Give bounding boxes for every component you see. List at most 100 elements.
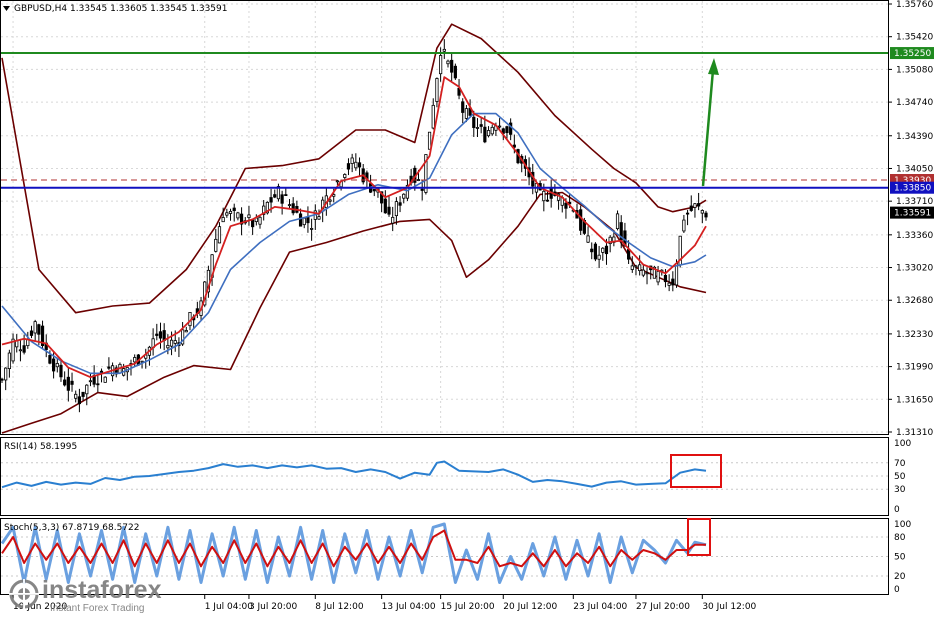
price-tick-label: 1.35080 [896,65,933,75]
candle-body [630,265,634,270]
candle-body [450,59,454,73]
rsi-label: RSI(14) 58.1995 [4,442,77,452]
price-tick-label: 1.34050 [896,164,933,174]
candle-body [685,212,690,215]
candle-body [461,101,465,113]
candle-body [96,383,100,386]
candle-body [590,248,594,253]
candle-body [416,179,421,181]
price-tick-label: 1.31650 [896,395,933,405]
candle-body [88,380,93,383]
candle-body [656,270,660,283]
rsi-tick-label: 50 [894,472,906,482]
candle-body [155,333,159,336]
candle-body [486,130,491,137]
chart-header: GBPUSD,H4 1.33545 1.33605 1.33545 1.3359… [3,4,227,14]
candle-body [579,209,583,231]
rsi-tick-label: 100 [894,439,911,449]
rsi-tick-label: 0 [894,505,900,515]
candle-body [593,243,598,260]
candle-body [158,331,163,339]
candle-body [48,355,52,364]
candle-body [55,363,59,368]
candle-body [103,376,107,383]
candle-body [7,352,11,370]
candle-body [18,349,23,352]
time-tick-label: 15 Jul 20:00 [441,602,495,612]
candle-body [497,125,502,128]
candle-body [354,161,358,169]
candle-body [634,265,638,268]
candle-body [4,367,8,381]
candle-body [37,324,41,335]
price-tick-label: 1.34390 [896,132,933,142]
candle-body [446,60,450,65]
candle-body [435,78,439,102]
resistance-badge-label: 1.35250 [894,49,931,59]
candle-body [236,212,240,219]
candle-body [505,126,509,134]
candle-body [251,219,255,228]
candle-body [228,210,233,214]
candle-body [81,391,85,397]
candle-body [74,393,78,399]
candle-body [663,274,668,283]
candle-body [33,321,37,334]
candle-body [107,366,111,369]
candle-body [442,48,446,52]
time-tick-label: 30 Jul 12:00 [702,602,756,612]
candle-body [597,254,601,260]
candle-body [173,340,177,344]
rsi-tick-label: 70 [894,459,906,469]
candle-body [169,339,174,347]
candle-body [52,358,56,372]
candle-body [284,194,288,197]
candle-body [77,396,82,405]
candle-body [638,264,642,272]
candle-body [346,163,351,170]
candle-body [22,345,26,353]
candle-body [604,245,609,255]
candle-body [704,212,708,218]
watermark-tagline: Instant Forex Trading [50,603,145,614]
candle-body [0,378,4,381]
candle-body [398,202,402,206]
candle-body [542,190,546,202]
candle-body [59,364,63,378]
price-tick-label: 1.33020 [896,264,933,274]
candle-body [564,202,568,209]
candle-body [472,116,476,128]
candle-body [626,249,631,260]
time-tick-label: 8 Jul 12:00 [315,602,364,612]
candle-body [545,199,550,202]
candle-body [287,204,292,207]
candle-body [391,216,395,224]
time-tick-label: 23 Jul 04:00 [573,602,627,612]
candle-body [63,379,67,386]
candle-body [641,269,645,276]
candle-body [700,210,704,214]
candle-body [671,278,675,286]
candle-body [214,238,218,252]
time-tick-label: 27 Jul 20:00 [636,602,690,612]
candle-body [221,217,225,223]
time-tick-label: 1 Jul 04:00 [205,602,254,612]
candle-body [689,205,693,211]
support-badge-label: 1.33850 [894,184,931,194]
candle-body [302,217,306,226]
candle-body [310,228,314,230]
candle-body [225,212,229,216]
candle-body [475,127,480,129]
price-tick-label: 1.35420 [896,33,933,43]
price-tick-label: 1.32680 [896,296,933,306]
candle-body [350,157,354,164]
candle-body [453,65,457,79]
stoch-tick-label: 50 [894,553,906,563]
candle-body [682,219,686,232]
candle-body [667,282,671,286]
candle-body [306,217,310,224]
stoch-tick-label: 20 [894,572,906,582]
candle-body [133,357,137,363]
watermark-brand: instaforex [42,576,162,604]
candle-body [372,189,376,192]
